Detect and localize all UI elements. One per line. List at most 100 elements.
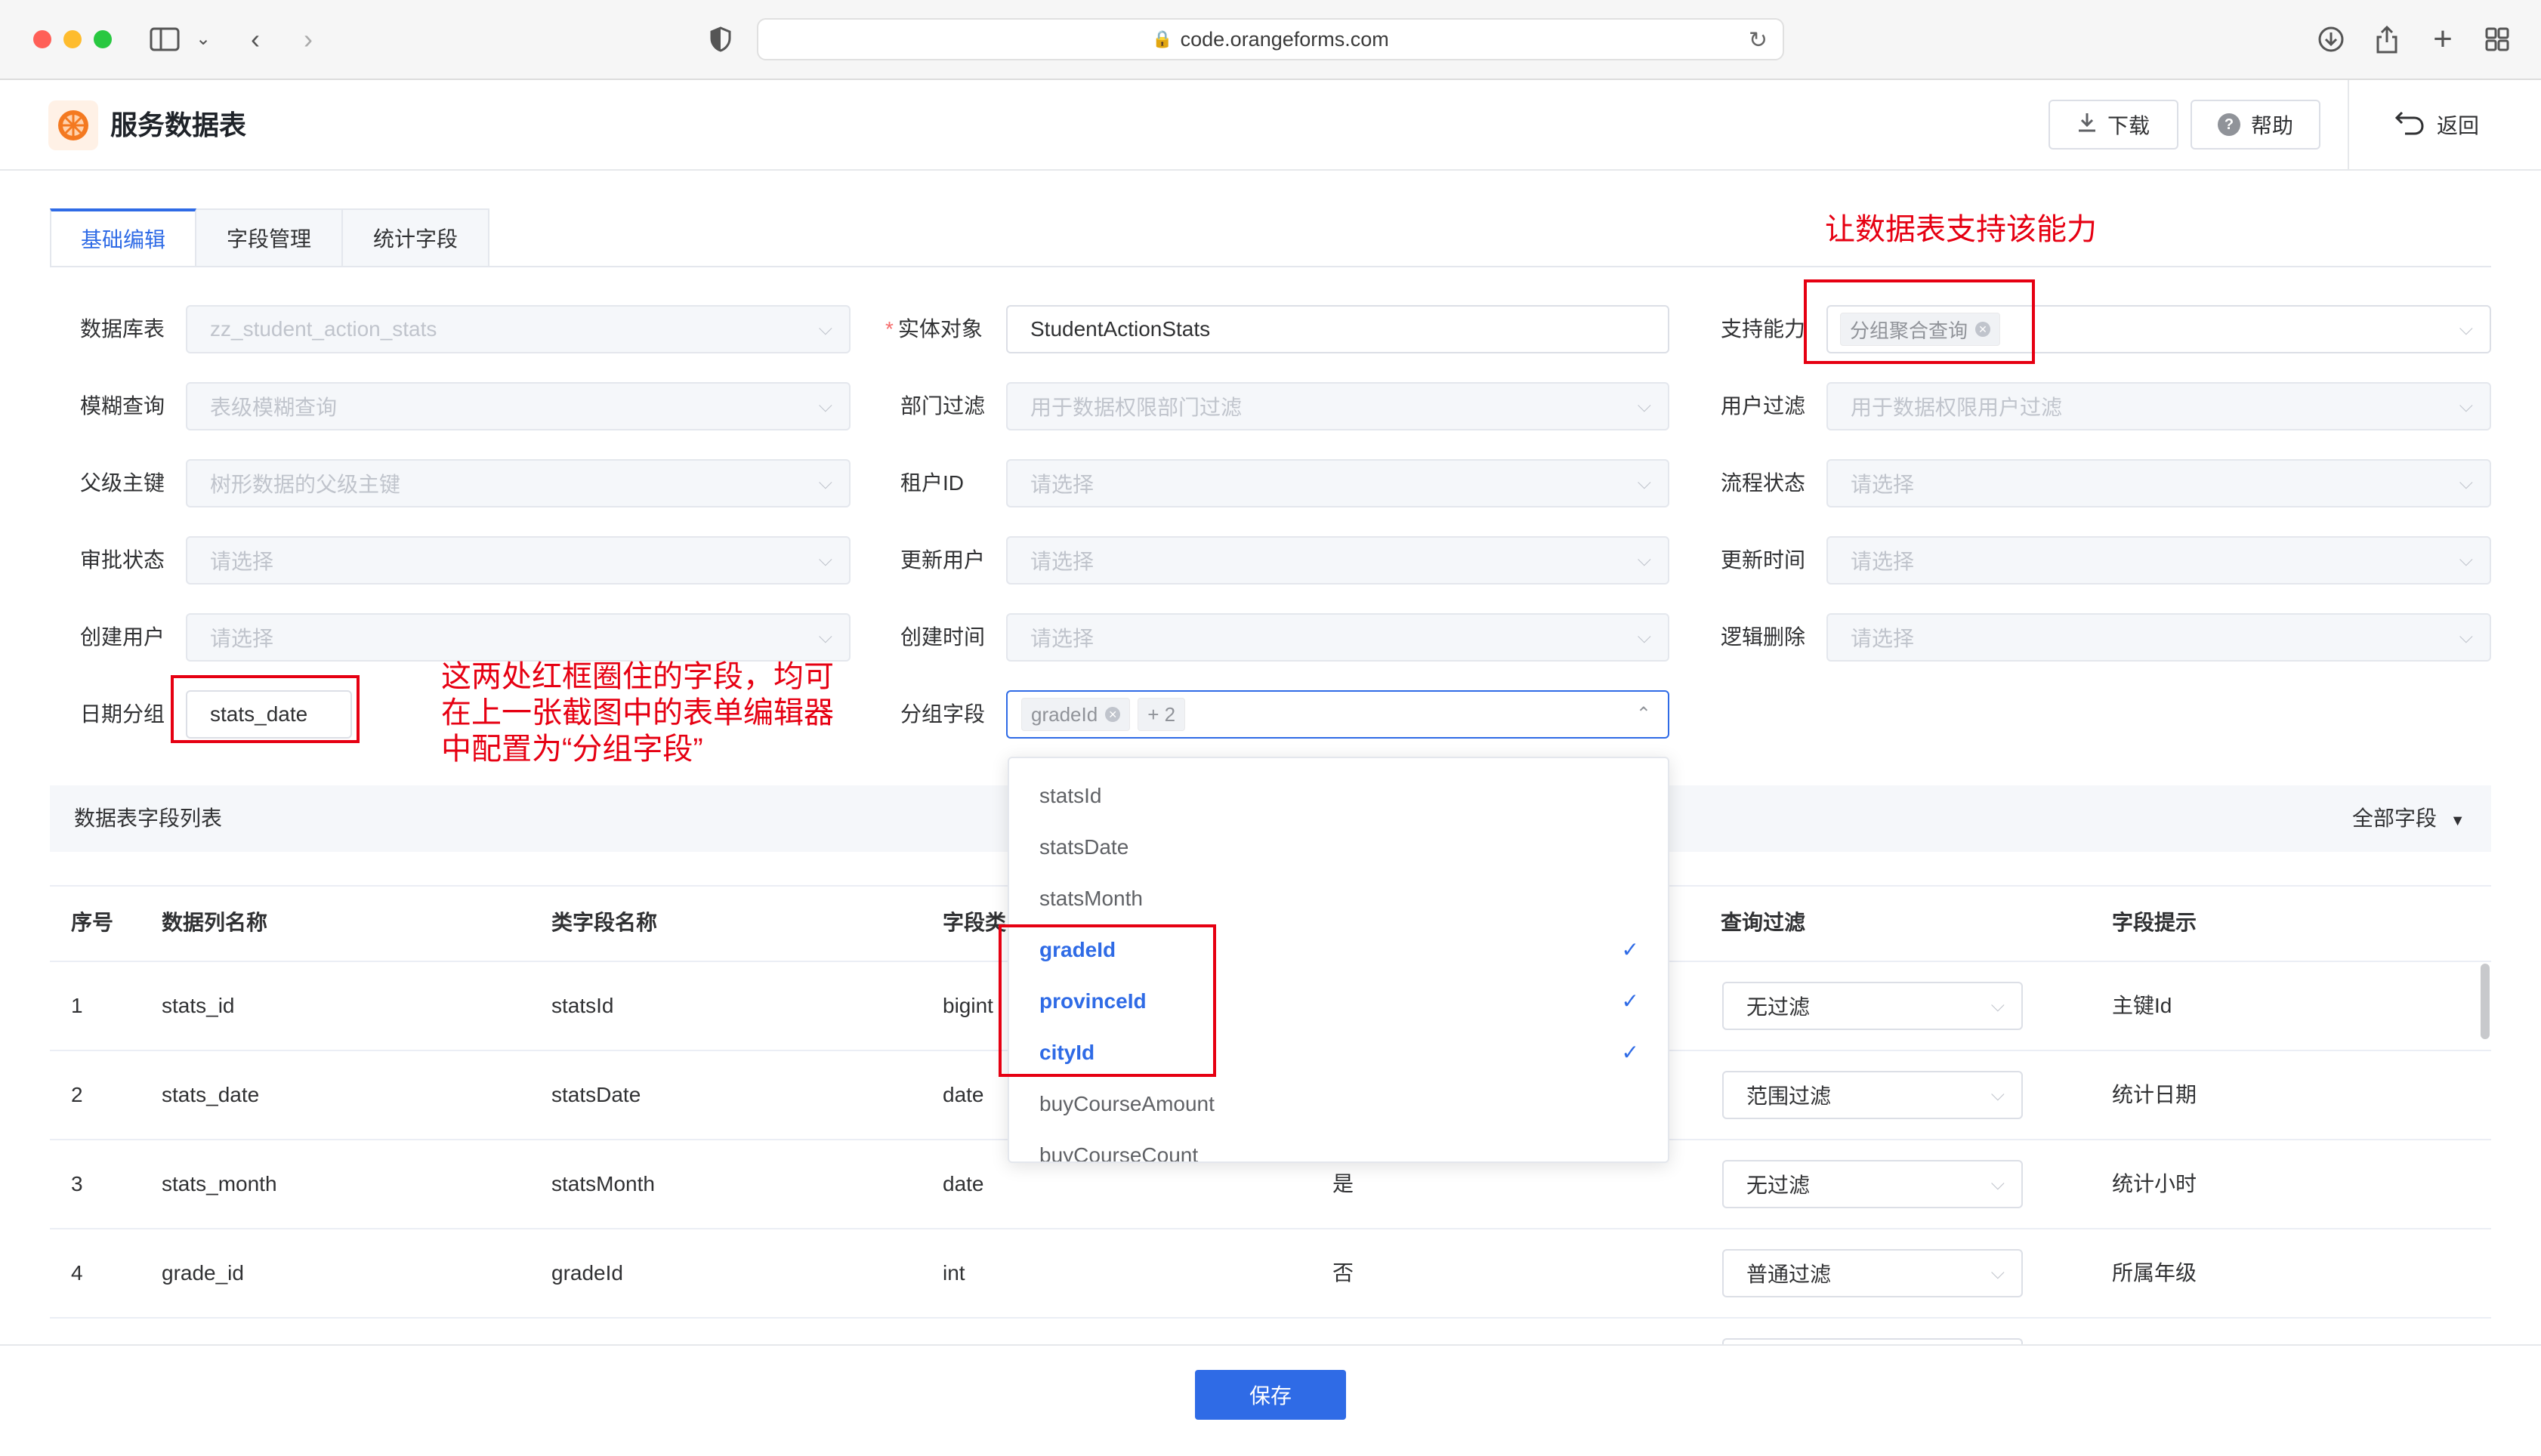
check-icon: ✓ [1621, 989, 1639, 1013]
close-window-button[interactable] [33, 30, 51, 48]
chevron-down-icon: ⌵ [818, 627, 832, 647]
chevron-down-icon: ⌵ [2459, 396, 2473, 416]
update-time-select[interactable]: 请选择 ⌵ [1826, 536, 2491, 585]
table-scrollbar[interactable] [2481, 964, 2490, 1039]
update-user-select[interactable]: 请选择 ⌵ [1006, 536, 1669, 585]
dropdown-option[interactable]: statsId [1009, 770, 1668, 822]
column-header-query-filter: 查询过滤 [1721, 911, 1806, 934]
database-table-select[interactable]: zz_student_action_stats ⌵ [186, 305, 851, 353]
chevron-down-icon: ⌵ [818, 550, 832, 570]
row-3-filter-select[interactable]: 无过滤 ⌵ [1722, 1160, 2023, 1208]
help-button[interactable]: ? 帮助 [2191, 100, 2320, 150]
tenant-id-select[interactable]: 请选择 ⌵ [1006, 459, 1669, 507]
new-tab-icon[interactable]: + [2426, 18, 2459, 60]
row-1-hint: 主键Id [2112, 994, 2172, 1017]
all-fields-dropdown[interactable]: 全部字段 ▼ [2352, 802, 2465, 838]
row-2-index: 2 [71, 1083, 83, 1106]
url-text: 🔒 code.orangeforms.com [758, 20, 1783, 59]
reload-icon[interactable]: ↻ [1749, 27, 1768, 54]
chevron-down-icon: ⌵ [1637, 550, 1651, 570]
row-2-field: statsDate [551, 1083, 641, 1106]
chevron-down-icon: ⌵ [1990, 1084, 2005, 1105]
label-group-fields: 分组字段 [900, 702, 986, 726]
download-circle-icon[interactable] [2314, 18, 2348, 60]
highlight-box-group-fields [999, 924, 1216, 1077]
address-bar[interactable]: 🔒 code.orangeforms.com ↻ [757, 18, 1784, 60]
tenant-id-placeholder: 请选择 [1030, 473, 1095, 496]
chevron-down-icon: ⌵ [1990, 1174, 2005, 1194]
chevron-down-icon: ⌵ [1637, 627, 1651, 647]
create-user-select[interactable]: 请选择 ⌵ [186, 613, 851, 662]
shield-icon[interactable] [705, 18, 736, 60]
tab-basic-edit[interactable]: 基础编辑 [50, 208, 196, 267]
dropdown-option[interactable]: buyCourseCount [1009, 1130, 1668, 1161]
download-button[interactable]: 下载 [2049, 100, 2178, 150]
label-tenant-id: 租户ID [900, 471, 965, 495]
label-parent-key: 父级主键 [80, 471, 165, 495]
row-3-column: stats_month [162, 1172, 277, 1195]
chevron-down-icon: ⌵ [1990, 995, 2005, 1016]
user-filter-select[interactable]: 用于数据权限用户过滤 ⌵ [1826, 382, 2491, 430]
back-button[interactable]: 返回 [2394, 100, 2479, 150]
back-arrow-icon[interactable]: ‹ [240, 18, 270, 60]
entity-input[interactable]: StudentActionStats [1006, 305, 1669, 353]
caret-down-icon: ▼ [2450, 813, 2465, 829]
orange-logo-icon [48, 100, 98, 150]
logic-delete-select[interactable]: 请选择 ⌵ [1826, 613, 2491, 662]
row-3-field: statsMonth [551, 1172, 655, 1195]
column-header-field-type: 字段类 [943, 911, 1007, 934]
approval-status-select[interactable]: 请选择 ⌵ [186, 536, 851, 585]
create-user-placeholder: 请选择 [210, 627, 274, 650]
create-time-placeholder: 请选择 [1030, 627, 1095, 650]
group-fields-select[interactable]: gradeId ✕ + 2 ⌃ [1006, 690, 1669, 739]
row-4-column: grade_id [162, 1261, 244, 1285]
dropdown-option[interactable]: statsDate [1009, 822, 1668, 873]
create-time-select[interactable]: 请选择 ⌵ [1006, 613, 1669, 662]
row-divider [50, 1317, 2491, 1319]
download-label: 下载 [2107, 114, 2150, 137]
close-icon[interactable]: ✕ [1105, 707, 1121, 722]
dropdown-option[interactable]: buyCourseAmount [1009, 1078, 1668, 1130]
label-user-filter: 用户过滤 [1721, 394, 1806, 418]
tab-stat-fields[interactable]: 统计字段 [343, 208, 489, 267]
section-title: 数据表字段列表 [74, 807, 223, 830]
save-button[interactable]: 保存 [1195, 1370, 1346, 1420]
chevron-down-icon: ⌵ [2459, 550, 2473, 570]
label-fuzzy-query: 模糊查询 [80, 394, 165, 418]
parent-key-select[interactable]: 树形数据的父级主键 ⌵ [186, 459, 851, 507]
label-update-time: 更新时间 [1721, 548, 1806, 572]
help-label: 帮助 [2250, 114, 2293, 137]
fuzzy-query-select[interactable]: 表级模糊查询 ⌵ [186, 382, 851, 430]
lock-icon: 🔒 [1152, 29, 1173, 48]
label-create-user: 创建用户 [80, 625, 165, 649]
row-1-field: statsId [551, 994, 614, 1017]
row-1-column: stats_id [162, 994, 235, 1017]
row-4-filter-select[interactable]: 普通过滤 ⌵ [1722, 1249, 2023, 1297]
maximize-window-button[interactable] [94, 30, 112, 48]
row-1-type: bigint [943, 994, 993, 1017]
dept-filter-placeholder: 用于数据权限部门过滤 [1030, 396, 1243, 419]
flow-status-placeholder: 请选择 [1851, 473, 1915, 496]
highlight-box-capability [1804, 279, 2035, 364]
row-3-hint: 统计小时 [2112, 1172, 2197, 1195]
label-flow-status: 流程状态 [1721, 471, 1806, 495]
row-4-field: gradeId [551, 1261, 623, 1285]
row-2-filter-select[interactable]: 范围过滤 ⌵ [1722, 1071, 2023, 1119]
return-icon [2394, 110, 2425, 140]
chevron-down-icon[interactable]: ⌄ [192, 18, 215, 60]
share-icon[interactable] [2370, 18, 2404, 60]
row-1-filter-select[interactable]: 无过滤 ⌵ [1722, 982, 2023, 1030]
sidebar-toggle-icon[interactable] [147, 18, 183, 60]
chevron-down-icon: ⌵ [1637, 396, 1651, 416]
flow-status-select[interactable]: 请选择 ⌵ [1826, 459, 2491, 507]
dept-filter-select[interactable]: 用于数据权限部门过滤 ⌵ [1006, 382, 1669, 430]
tab-overview-icon[interactable] [2481, 18, 2514, 60]
forward-arrow-icon[interactable]: › [293, 18, 323, 60]
tab-field-management[interactable]: 字段管理 [196, 208, 343, 267]
dropdown-option[interactable]: statsMonth [1009, 873, 1668, 924]
minimize-window-button[interactable] [63, 30, 82, 48]
row-divider [50, 1228, 2491, 1229]
chevron-down-icon: ⌵ [1637, 473, 1651, 493]
column-header-index: 序号 [71, 911, 114, 934]
annotation-group-fields: 这两处红框圈住的字段，均可 在上一张截图中的表单编辑器 中配置为“分组字段” [441, 660, 834, 766]
